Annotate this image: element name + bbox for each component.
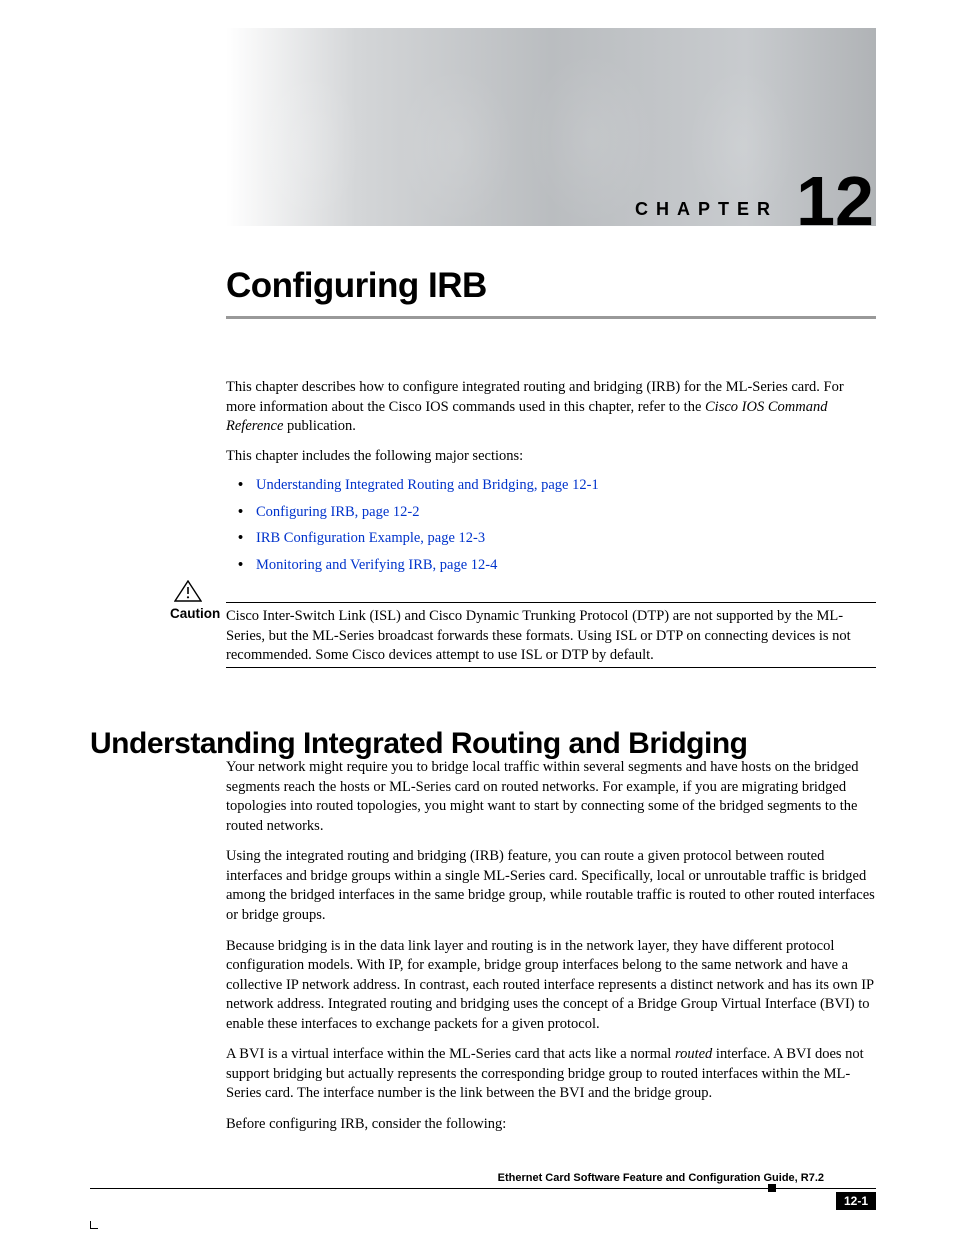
intro-paragraph: This chapter describes how to configure … bbox=[226, 378, 876, 437]
footer-rule bbox=[90, 1188, 876, 1189]
toc-link[interactable]: IRB Configuration Example, page 12-3 bbox=[256, 530, 485, 546]
caution-icon bbox=[174, 580, 202, 602]
body-paragraph: Your network might require you to bridge… bbox=[226, 758, 876, 836]
body-paragraph: A BVI is a virtual interface within the … bbox=[226, 1045, 876, 1104]
banner-figure bbox=[246, 66, 366, 226]
chapter-banner: CHAPTER 12 bbox=[226, 28, 876, 226]
chapter-number: 12 bbox=[796, 166, 874, 226]
document-page: CHAPTER 12 Configuring IRB This chapter … bbox=[0, 0, 954, 1235]
caution-text: Cisco Inter-Switch Link (ISL) and Cisco … bbox=[226, 607, 876, 666]
toc-link[interactable]: Monitoring and Verifying IRB, page 12-4 bbox=[256, 557, 497, 573]
title-block: Configuring IRB bbox=[226, 266, 876, 320]
intro-sections-lead: This chapter includes the following majo… bbox=[226, 447, 876, 467]
toc-item: IRB Configuration Example, page 12-3 bbox=[238, 529, 876, 549]
section-body: Your network might require you to bridge… bbox=[226, 758, 876, 1146]
caution-rule bbox=[226, 602, 876, 603]
document-title: Configuring IRB bbox=[226, 266, 876, 306]
footer-guide-title: Ethernet Card Software Feature and Confi… bbox=[498, 1172, 824, 1184]
page-footer: Ethernet Card Software Feature and Confi… bbox=[90, 1188, 876, 1189]
section-heading: Understanding Integrated Routing and Bri… bbox=[90, 727, 747, 761]
caution-rule bbox=[226, 667, 876, 668]
toc-link[interactable]: Understanding Integrated Routing and Bri… bbox=[256, 477, 599, 493]
toc-list: Understanding Integrated Routing and Bri… bbox=[238, 476, 876, 575]
toc-item: Monitoring and Verifying IRB, page 12-4 bbox=[238, 556, 876, 576]
page-number: 12-1 bbox=[836, 1192, 876, 1210]
body-paragraph: Using the integrated routing and bridgin… bbox=[226, 847, 876, 925]
footer-marker bbox=[768, 1184, 776, 1192]
banner-figure bbox=[396, 66, 516, 226]
title-divider bbox=[226, 316, 876, 319]
toc-item: Understanding Integrated Routing and Bri… bbox=[238, 476, 876, 496]
intro-block: This chapter describes how to configure … bbox=[226, 378, 876, 583]
crop-mark bbox=[90, 1228, 98, 1229]
body-paragraph: Because bridging is in the data link lay… bbox=[226, 937, 876, 1035]
caution-label: Caution bbox=[170, 606, 220, 621]
toc-item: Configuring IRB, page 12-2 bbox=[238, 503, 876, 523]
toc-link[interactable]: Configuring IRB, page 12-2 bbox=[256, 504, 420, 520]
chapter-label: CHAPTER bbox=[635, 199, 778, 220]
body-paragraph: Before configuring IRB, consider the fol… bbox=[226, 1115, 876, 1135]
